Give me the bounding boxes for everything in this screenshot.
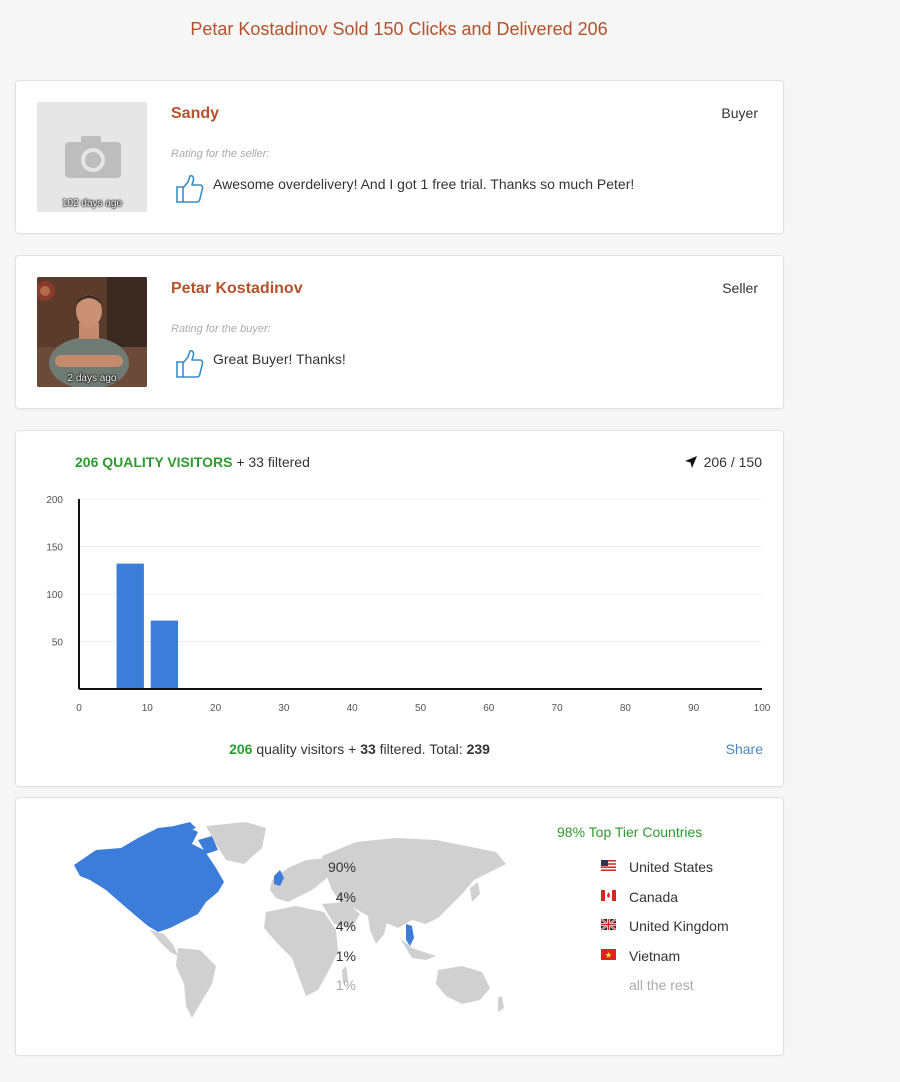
x-tick-label: 100 xyxy=(754,703,771,714)
chart-bars xyxy=(116,563,179,689)
map-australia xyxy=(436,966,490,1004)
us-flag-icon xyxy=(601,860,616,871)
country-pct: 4% xyxy=(335,888,356,905)
visitors-chart-card: 206 QUALITY VISITORS + 33 filtered 206 /… xyxy=(15,430,784,787)
x-tick-label: 20 xyxy=(210,703,222,714)
visitors-bar-chart: 50 100 150 200 0 10 20 30 40 50 60 70 80 90 100 xyxy=(46,495,771,714)
y-tick-label: 100 xyxy=(46,590,63,601)
map-central-america xyxy=(150,930,178,956)
reviewer-name[interactable]: Sandy xyxy=(171,105,219,123)
country-name: United Kingdom xyxy=(629,918,729,934)
top-tier-label: 98% Top Tier Countries xyxy=(557,824,703,840)
x-tick-label: 70 xyxy=(552,703,564,714)
avatar[interactable]: 2 days ago xyxy=(37,277,147,387)
camera-placeholder-icon xyxy=(65,136,121,178)
map-india xyxy=(368,916,388,944)
quality-visitors-count: 206 QUALITY VISITORS xyxy=(75,454,233,470)
x-tick-label: 10 xyxy=(142,703,154,714)
map-japan xyxy=(470,882,480,902)
y-tick-label: 50 xyxy=(52,638,64,649)
delivered-ratio: 206 / 150 xyxy=(684,454,762,470)
x-tick-label: 60 xyxy=(483,703,495,714)
country-pct: 1% xyxy=(335,977,356,993)
x-tick-label: 80 xyxy=(620,703,632,714)
vn-flag-icon xyxy=(601,948,616,960)
profile-photo xyxy=(37,277,147,387)
world-map xyxy=(74,822,506,1018)
x-tick-label: 30 xyxy=(278,703,290,714)
footer-quality-text: quality visitors + xyxy=(256,741,357,757)
x-tick-label: 90 xyxy=(688,703,700,714)
y-tick-labels: 50 100 150 200 xyxy=(46,495,63,649)
x-tick-label: 50 xyxy=(415,703,427,714)
review-comment: Awesome overdelivery! And I got 1 free t… xyxy=(213,176,635,192)
ca-flag-icon xyxy=(601,889,616,901)
reviewer-role: Buyer xyxy=(721,105,758,121)
map-south-america xyxy=(176,948,216,1018)
chart-bar xyxy=(150,620,179,689)
share-link[interactable]: Share xyxy=(726,741,763,757)
footer-total-num: 239 xyxy=(466,741,490,757)
chart-bar xyxy=(116,563,144,689)
location-arrow-icon xyxy=(684,456,697,468)
x-tick-label: 40 xyxy=(347,703,359,714)
y-tick-label: 200 xyxy=(46,495,63,506)
uk-flag-icon xyxy=(601,919,616,930)
map-southeast-asia xyxy=(400,938,436,960)
map-new-zealand xyxy=(498,996,504,1012)
countries-card: 98% Top Tier Countries 90% United States… xyxy=(15,797,784,1056)
rating-label: Rating for the buyer: xyxy=(171,323,271,335)
y-tick-label: 150 xyxy=(46,543,63,554)
review-card-seller: 2 days ago Petar Kostadinov Seller Ratin… xyxy=(15,255,784,409)
review-time: 2 days ago xyxy=(67,373,117,384)
x-tick-label: 0 xyxy=(76,703,82,714)
footer-filtered-num: 33 xyxy=(360,741,376,757)
country-name: Vietnam xyxy=(629,947,681,964)
country-name: United States xyxy=(629,859,714,875)
country-name: Canada xyxy=(629,888,679,905)
reviewer-name[interactable]: Petar Kostadinov xyxy=(171,280,303,298)
y-gridlines xyxy=(79,498,762,642)
thumbs-up-icon xyxy=(176,349,204,378)
map-vietnam xyxy=(406,924,414,946)
footer-filtered-text: filtered. Total: xyxy=(379,741,463,757)
country-pct: 1% xyxy=(335,947,356,964)
rating-label: Rating for the seller: xyxy=(171,148,270,160)
thumbs-up-icon xyxy=(176,174,204,203)
avatar[interactable]: 102 days ago xyxy=(37,102,147,212)
country-name: all the rest xyxy=(629,977,694,993)
visitors-total: 206 quality visitors + 33 filtered. Tota… xyxy=(16,741,783,757)
visitors-summary: 206 QUALITY VISITORS + 33 filtered xyxy=(75,454,310,470)
footer-quality-num: 206 xyxy=(229,741,253,757)
x-tick-labels: 0 10 20 30 40 50 60 70 80 90 100 xyxy=(76,703,771,714)
review-time: 102 days ago xyxy=(61,198,123,209)
page-title: Petar Kostadinov Sold 150 Clicks and Del… xyxy=(190,19,608,39)
filtered-count: + 33 filtered xyxy=(236,454,310,470)
review-comment: Great Buyer! Thanks! xyxy=(213,351,346,367)
country-pct: 90% xyxy=(327,859,356,875)
reviewer-role: Seller xyxy=(722,280,758,296)
review-card-buyer: 102 days ago Sandy Buyer Rating for the … xyxy=(15,80,784,234)
country-pct: 4% xyxy=(335,918,356,934)
delivered-ratio-value: 206 / 150 xyxy=(703,454,762,470)
